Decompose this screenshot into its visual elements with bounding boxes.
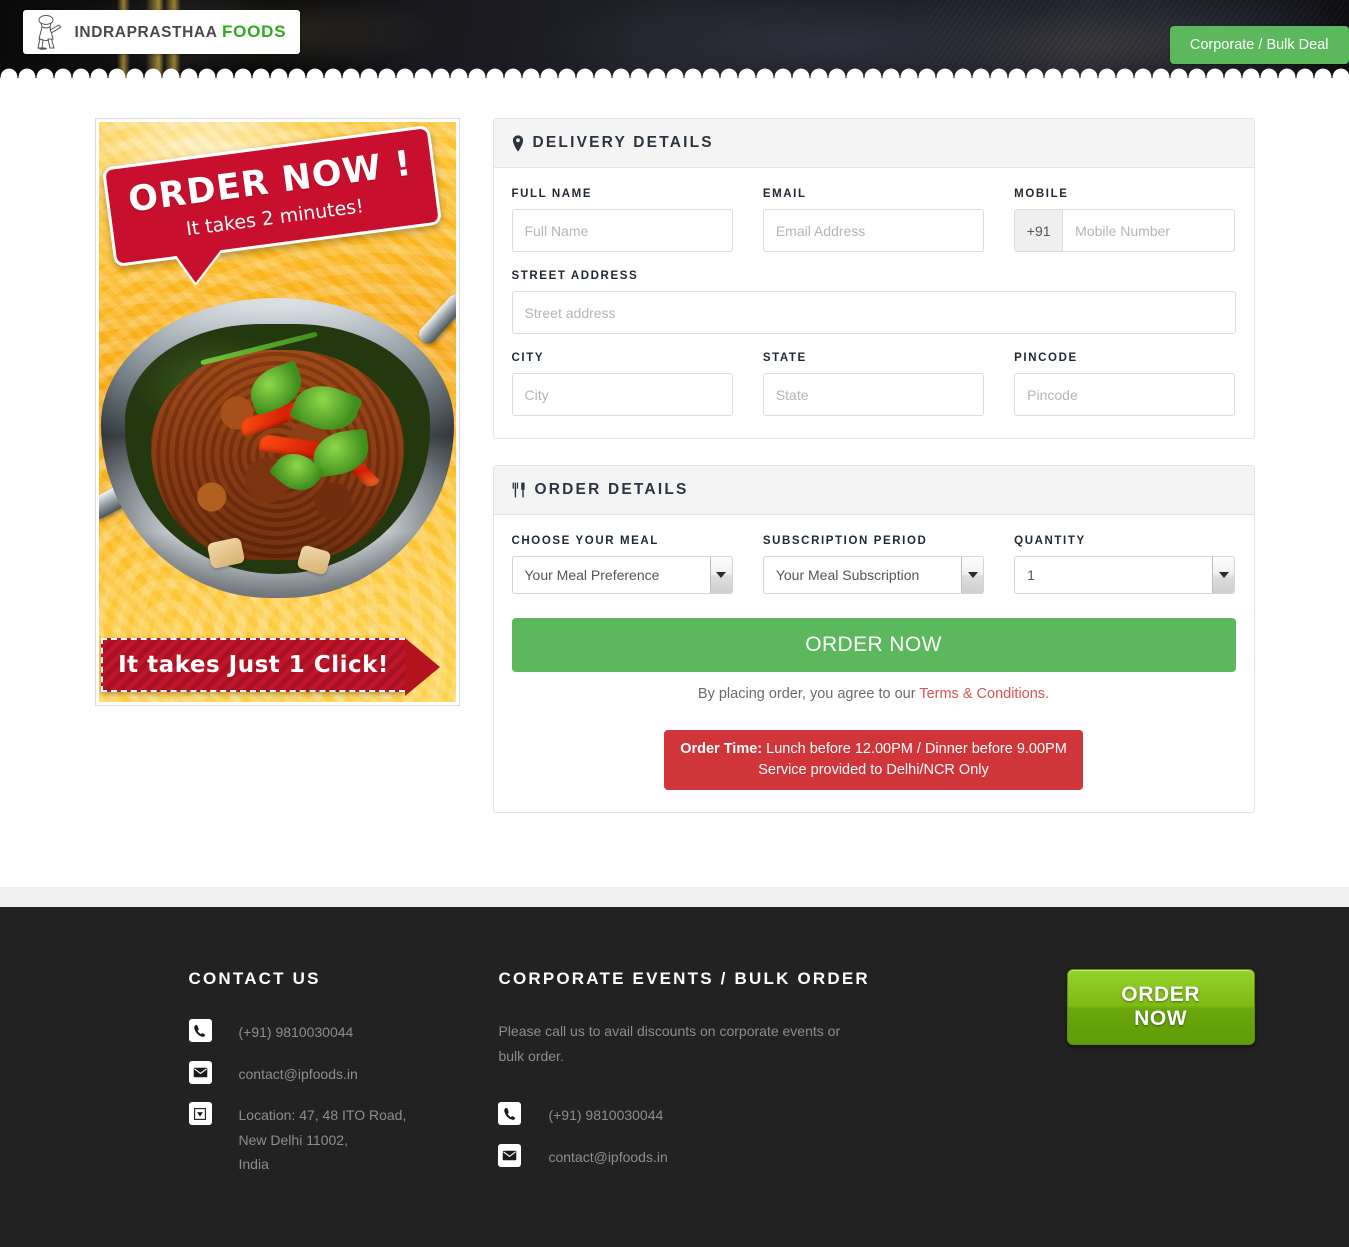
pincode-input[interactable]	[1014, 373, 1236, 416]
order-time-line1: Lunch before 12.00PM / Dinner before 9.0…	[762, 741, 1067, 757]
envelope-icon	[188, 1060, 212, 1084]
phone-icon	[188, 1019, 212, 1043]
address-line-3: India	[238, 1156, 269, 1173]
mobile-country-code-prefix: +91	[1014, 209, 1063, 252]
subscription-field-group: SUBSCRIPTION PERIOD Your Meal Subscripti…	[762, 535, 985, 594]
corporate-email-text: contact@ipfoods.in	[548, 1148, 668, 1165]
state-label: STATE	[762, 352, 807, 364]
order-details-title: ORDER DETAILS	[534, 481, 689, 498]
bowl-handle-right-icon	[414, 290, 456, 348]
footer-gap-divider	[0, 887, 1349, 908]
phone-icon	[498, 1102, 522, 1126]
footer-corporate-column: CORPORATE EVENTS / BULK ORDER Please cal…	[498, 969, 1058, 1169]
contact-us-title: CONTACT US	[188, 969, 321, 989]
page-root: INDRAPRASTHAA FOODS Corporate / Bulk Dea…	[0, 0, 1349, 1247]
pincode-label: PINCODE	[1014, 352, 1078, 364]
cutlery-icon	[512, 482, 526, 498]
choose-your-meal-select[interactable]: Your Meal Preference	[511, 556, 733, 594]
contact-email-text: contact@ipfoods.in	[238, 1065, 358, 1082]
terms-agreement-text: By placing order, you agree to our Terms…	[512, 686, 1236, 702]
contact-address-item: Location: 47, 48 ITO Road, New Delhi 110…	[188, 1102, 499, 1177]
quantity-select[interactable]: 1	[1014, 556, 1236, 594]
email-label: EMAIL	[762, 188, 807, 200]
mobile-label: MOBILE	[1014, 188, 1069, 200]
contact-phone-text: (+91) 9810030044	[238, 1024, 354, 1041]
contact-address-text: Location: 47, 48 ITO Road, New Delhi 110…	[239, 1102, 407, 1177]
full-name-label: FULL NAME	[511, 188, 593, 200]
mobile-field-group: MOBILE +91	[1014, 188, 1236, 252]
footer-order-now-button[interactable]: ORDER NOW	[1066, 969, 1255, 1046]
corporate-events-title: CORPORATE EVENTS / BULK ORDER	[498, 969, 870, 989]
map-pin-icon	[512, 134, 524, 152]
order-time-line2: Service provided to Delhi/NCR Only	[758, 762, 989, 779]
delivery-details-header: DELIVERY DETAILS	[493, 119, 1254, 168]
promo-image-card: ORDER NOW ! It takes 2 minutes! It takes…	[94, 118, 460, 706]
corporate-phone-item: (+91) 9810030044	[498, 1102, 1058, 1128]
corporate-events-description: Please call us to avail discounts on cor…	[498, 1023, 841, 1064]
city-input[interactable]	[511, 373, 733, 416]
order-details-panel: ORDER DETAILS CHOOSE YOUR MEAL Your Meal…	[492, 465, 1255, 814]
corporate-phone-text: (+91) 9810030044	[548, 1107, 664, 1124]
choose-your-meal-label: CHOOSE YOUR MEAL	[511, 535, 659, 547]
forms-column: DELIVERY DETAILS FULL NAME EMAIL M	[492, 118, 1255, 839]
email-input[interactable]	[762, 209, 985, 252]
envelope-icon	[498, 1143, 522, 1167]
city-field-group: CITY	[511, 352, 733, 416]
address-line-2: New Delhi 11002,	[238, 1131, 348, 1148]
state-field-group: STATE	[762, 352, 985, 416]
contact-email-item: contact@ipfoods.in	[188, 1060, 499, 1087]
terms-prefix-text: By placing order, you agree to our	[697, 686, 920, 702]
mobile-number-input[interactable]	[1062, 209, 1236, 252]
street-address-field-group: STREET ADDRESS	[511, 270, 1236, 334]
promo-ribbon-text: It takes Just 1 Click!	[118, 652, 389, 678]
order-details-header: ORDER DETAILS	[493, 466, 1254, 515]
quantity-label: QUANTITY	[1014, 535, 1086, 547]
subscription-period-select[interactable]: Your Meal Subscription	[762, 556, 985, 594]
meal-field-group: CHOOSE YOUR MEAL Your Meal Preference	[511, 535, 733, 594]
logo-brand-line1: INDRAPRASTHAA	[74, 24, 218, 41]
order-time-label: Order Time:	[680, 741, 763, 757]
delivery-details-title: DELIVERY DETAILS	[532, 134, 714, 151]
contact-phone-item: (+91) 9810030044	[188, 1019, 499, 1045]
curry-food-photo	[98, 290, 456, 620]
main-content: ORDER NOW ! It takes 2 minutes! It takes…	[94, 78, 1255, 887]
order-now-submit-button[interactable]: ORDER NOW	[511, 618, 1236, 672]
site-footer: CONTACT US (+91) 9810030044 contact@ipfo…	[0, 907, 1349, 1247]
quantity-field-group: QUANTITY 1	[1014, 535, 1236, 594]
site-logo[interactable]: INDRAPRASTHAA FOODS	[22, 10, 301, 54]
order-time-notice: Order Time: Lunch before 12.00PM / Dinne…	[664, 730, 1083, 791]
site-header: INDRAPRASTHAA FOODS Corporate / Bulk Dea…	[0, 0, 1349, 78]
pincode-field-group: PINCODE	[1014, 352, 1236, 416]
footer-cta-column: ORDER NOW	[1059, 969, 1255, 1046]
footer-contact-column: CONTACT US (+91) 9810030044 contact@ipfo…	[95, 969, 499, 1177]
street-address-label: STREET ADDRESS	[511, 270, 639, 282]
terms-and-conditions-link[interactable]: Terms & Conditions.	[919, 686, 1049, 702]
city-label: CITY	[511, 352, 545, 364]
street-address-input[interactable]	[511, 291, 1236, 334]
full-name-field-group: FULL NAME	[511, 188, 733, 252]
logo-brand-line2: FOODS	[221, 22, 287, 41]
corporate-email-item: contact@ipfoods.in	[498, 1143, 1058, 1170]
scalloped-edge-divider	[0, 65, 1349, 78]
speech-bubble-tail-icon	[175, 249, 225, 285]
ribbon-arrow-icon	[404, 638, 440, 696]
email-field-group: EMAIL	[762, 188, 985, 252]
full-name-input[interactable]	[511, 209, 733, 252]
subscription-period-label: SUBSCRIPTION PERIOD	[762, 535, 928, 547]
address-line-1: Location: 47, 48 ITO Road,	[238, 1107, 407, 1124]
corporate-bulk-deal-button[interactable]: Corporate / Bulk Deal	[1169, 26, 1349, 64]
location-marker-icon	[188, 1102, 212, 1126]
delivery-details-panel: DELIVERY DETAILS FULL NAME EMAIL M	[492, 118, 1255, 439]
promo-ribbon-banner: It takes Just 1 Click!	[100, 638, 440, 696]
state-input[interactable]	[762, 373, 985, 416]
chef-logo-icon	[33, 14, 67, 50]
